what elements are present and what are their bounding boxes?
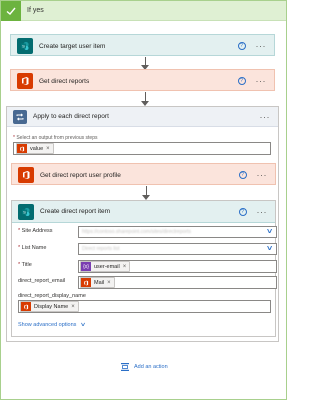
select-output-label: * Select an output from previous steps bbox=[13, 135, 98, 141]
more-options-icon[interactable]: ··· bbox=[256, 78, 267, 84]
svg-text:S: S bbox=[23, 209, 26, 214]
chevron-down-icon[interactable]: ∨ bbox=[266, 229, 274, 235]
card-title: Create target user item bbox=[39, 43, 238, 50]
display-name-token[interactable]: Display Name × bbox=[20, 301, 79, 312]
title-input[interactable]: {x} user-email × bbox=[78, 260, 277, 273]
add-action-label: Add an action bbox=[134, 364, 168, 370]
token-label: Display Name bbox=[34, 304, 68, 310]
site-address-dropdown[interactable]: https://contoso.sharepoint.com/sites/dir… bbox=[78, 226, 277, 238]
create-target-user-item-card[interactable]: S Create target user item ? ··· bbox=[10, 34, 275, 56]
title-row: * Title bbox=[18, 262, 70, 268]
remove-token-icon[interactable]: × bbox=[46, 146, 50, 152]
office365-icon bbox=[17, 144, 27, 153]
email-input[interactable]: Mail × bbox=[78, 276, 277, 289]
select-output-label-text: Select an output from previous steps bbox=[16, 135, 97, 141]
remove-token-icon[interactable]: × bbox=[123, 264, 127, 270]
office365-icon bbox=[81, 278, 91, 287]
display-name-label: direct_report_display_name bbox=[18, 293, 86, 299]
user-email-token[interactable]: {x} user-email × bbox=[80, 261, 130, 272]
card-title: Get direct report user profile bbox=[40, 172, 239, 179]
help-icon[interactable]: ? bbox=[238, 42, 246, 50]
value-token[interactable]: value × bbox=[16, 143, 54, 154]
sharepoint-icon: S bbox=[18, 204, 34, 220]
show-advanced-options-link[interactable]: Show advanced options ∨ bbox=[18, 322, 85, 328]
site-address-value: https://contoso.sharepoint.com/sites/dir… bbox=[82, 229, 267, 235]
apply-to-each-header[interactable]: Apply to each direct report ··· bbox=[7, 107, 278, 127]
token-label: user-email bbox=[94, 264, 120, 270]
remove-token-icon[interactable]: × bbox=[71, 304, 75, 310]
email-label: direct_report_email bbox=[18, 278, 70, 284]
sharepoint-icon: S bbox=[17, 38, 33, 54]
more-options-icon[interactable]: ··· bbox=[260, 114, 271, 120]
more-options-icon[interactable]: ··· bbox=[257, 172, 268, 178]
token-label: Mail bbox=[94, 280, 104, 286]
email-row: direct_report_email bbox=[18, 278, 70, 284]
add-action-icon bbox=[120, 362, 130, 372]
list-name-dropdown[interactable]: Direct reports list ∨ bbox=[78, 243, 277, 255]
loop-icon bbox=[13, 110, 27, 124]
create-item-header[interactable]: S Create direct report item ? ··· bbox=[12, 201, 275, 223]
show-advanced-options-text: Show advanced options bbox=[18, 322, 76, 328]
list-name-label-text: List Name bbox=[22, 245, 47, 251]
display-name-input[interactable]: Display Name × bbox=[18, 300, 271, 313]
list-name-value: Direct reports list bbox=[82, 246, 267, 252]
more-options-icon[interactable]: ··· bbox=[256, 43, 267, 49]
get-direct-reports-card[interactable]: Get direct reports ? ··· bbox=[10, 69, 275, 91]
create-direct-report-item-card: S Create direct report item ? ··· * Site… bbox=[11, 200, 276, 337]
mail-token[interactable]: Mail × bbox=[80, 277, 115, 288]
variable-icon: {x} bbox=[81, 262, 91, 271]
help-icon[interactable]: ? bbox=[238, 77, 246, 85]
more-options-icon[interactable]: ··· bbox=[257, 209, 268, 215]
chevron-down-icon[interactable]: ∨ bbox=[266, 246, 274, 252]
apply-to-each-container: Apply to each direct report ··· * Select… bbox=[6, 106, 279, 342]
select-output-input[interactable]: value × bbox=[13, 142, 271, 155]
add-action-button[interactable]: Add an action bbox=[120, 362, 168, 372]
checkmark-icon bbox=[1, 1, 21, 21]
list-name-label: * List Name bbox=[18, 245, 70, 251]
title-label: * Title bbox=[18, 262, 70, 268]
help-icon[interactable]: ? bbox=[239, 208, 247, 216]
help-icon[interactable]: ? bbox=[239, 171, 247, 179]
if-yes-header[interactable]: If yes bbox=[1, 1, 286, 21]
get-user-profile-card[interactable]: Get direct report user profile ? ··· bbox=[11, 163, 276, 185]
list-name-row: * List Name bbox=[18, 245, 70, 251]
remove-token-icon[interactable]: × bbox=[107, 280, 111, 286]
site-address-label: * Site Address bbox=[18, 228, 70, 234]
office365-icon bbox=[17, 73, 33, 89]
office365-icon bbox=[21, 302, 31, 311]
chevron-down-icon: ∨ bbox=[80, 322, 86, 328]
svg-text:S: S bbox=[22, 43, 25, 48]
token-label: value bbox=[30, 146, 43, 152]
title-label-text: Title bbox=[22, 262, 32, 268]
site-address-row: * Site Address bbox=[18, 228, 70, 234]
office365-icon bbox=[18, 167, 34, 183]
site-address-label-text: Site Address bbox=[22, 228, 53, 234]
if-yes-title: If yes bbox=[27, 7, 44, 14]
card-title: Get direct reports bbox=[39, 78, 238, 85]
apply-to-each-title: Apply to each direct report bbox=[33, 113, 260, 120]
card-title: Create direct report item bbox=[40, 208, 239, 215]
